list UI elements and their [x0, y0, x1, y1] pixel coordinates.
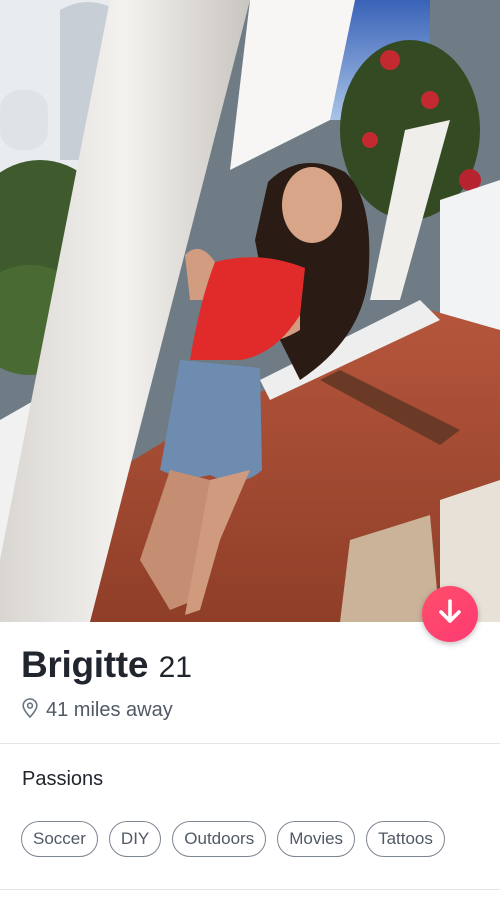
- distance-text: 41 miles away: [46, 699, 173, 721]
- passion-chip[interactable]: DIY: [108, 821, 162, 857]
- collapse-profile-button[interactable]: [422, 586, 478, 642]
- name-age-row: Brigitte 21: [21, 644, 192, 686]
- passions-title: Passions: [22, 768, 104, 790]
- passion-chip[interactable]: Soccer: [21, 821, 98, 857]
- profile-name: Brigitte: [21, 644, 149, 685]
- profile-age: 21: [158, 651, 192, 684]
- passion-chip[interactable]: Movies: [277, 821, 356, 857]
- location-pin-icon: [22, 698, 38, 723]
- arrow-down-icon: [438, 598, 462, 630]
- passions-list: Soccer DIY Outdoors Movies Tattoos: [21, 821, 445, 857]
- passion-chip[interactable]: Tattoos: [366, 821, 445, 857]
- distance-row: 41 miles away: [22, 698, 173, 723]
- profile-photo[interactable]: [0, 0, 500, 622]
- passion-chip[interactable]: Outdoors: [172, 821, 267, 857]
- divider: [0, 743, 500, 744]
- divider: [0, 889, 500, 890]
